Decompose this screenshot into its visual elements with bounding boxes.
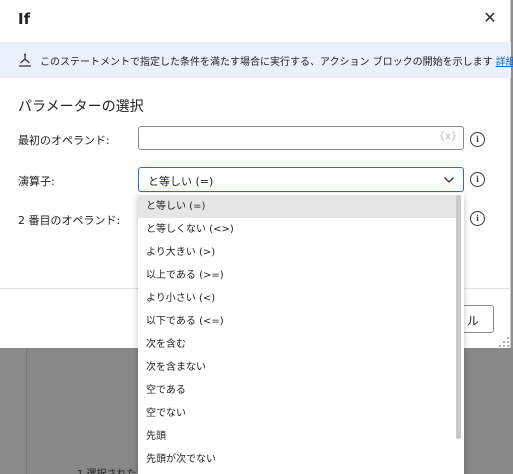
details-link[interactable]: 詳細 (496, 57, 513, 68)
dropdown-option[interactable]: 以下である (<=) (138, 310, 456, 333)
dropdown-scrollbar[interactable] (456, 195, 461, 439)
operator-selected-value: と等しい (=) (148, 175, 214, 188)
dropdown-option[interactable]: より大きい (>) (138, 241, 456, 264)
info-circle-icon[interactable]: i (470, 211, 485, 226)
dropdown-option[interactable]: と等しくない (<>) (138, 218, 456, 241)
dropdown-option[interactable]: 先頭が次でない (138, 448, 456, 471)
dropdown-option[interactable]: より小さい (<) (138, 287, 456, 310)
info-text: このステートメントで指定した条件を満たす場合に実行する、アクション ブロックの開… (40, 53, 513, 68)
flow-branch-icon (19, 53, 31, 67)
info-description: このステートメントで指定した条件を満たす場合に実行する、アクション ブロックの開… (40, 57, 493, 68)
operator-dropdown-list: と等しい (=) と等しくない (<>) より大きい (>) 以上である (>=… (138, 193, 464, 474)
dropdown-option[interactable]: 空でない (138, 402, 456, 425)
operator-select[interactable]: と等しい (=) (138, 167, 464, 192)
info-circle-icon[interactable]: i (470, 132, 485, 147)
cancel-button-label: ル (466, 314, 479, 328)
dropdown-option[interactable]: 先頭 (138, 425, 456, 448)
second-operand-label: 2 番目のオペランド: (18, 214, 121, 227)
dropdown-option[interactable]: 次を含む (138, 333, 456, 356)
dropdown-option[interactable]: と等しい (=) (138, 195, 456, 218)
close-icon[interactable]: ✕ (480, 8, 500, 28)
chevron-down-icon (444, 177, 454, 183)
info-bar: このステートメントで指定した条件を満たす場合に実行する、アクション ブロックの開… (0, 42, 513, 78)
resize-grip-icon[interactable] (498, 336, 510, 348)
variable-picker-button[interactable]: {x} (439, 131, 457, 142)
dropdown-option[interactable]: 空である (138, 379, 456, 402)
dropdown-option[interactable]: 次を含まない (138, 356, 456, 379)
operator-label: 演算子: (18, 175, 55, 188)
first-operand-input[interactable]: {x} (138, 126, 464, 150)
dialog-title: If (18, 10, 31, 28)
first-operand-label: 最初のオペランド: (18, 134, 110, 147)
section-title: パラメーターの選択 (18, 99, 144, 115)
dropdown-option[interactable]: 以上である (>=) (138, 264, 456, 287)
info-circle-icon[interactable]: i (470, 172, 485, 187)
